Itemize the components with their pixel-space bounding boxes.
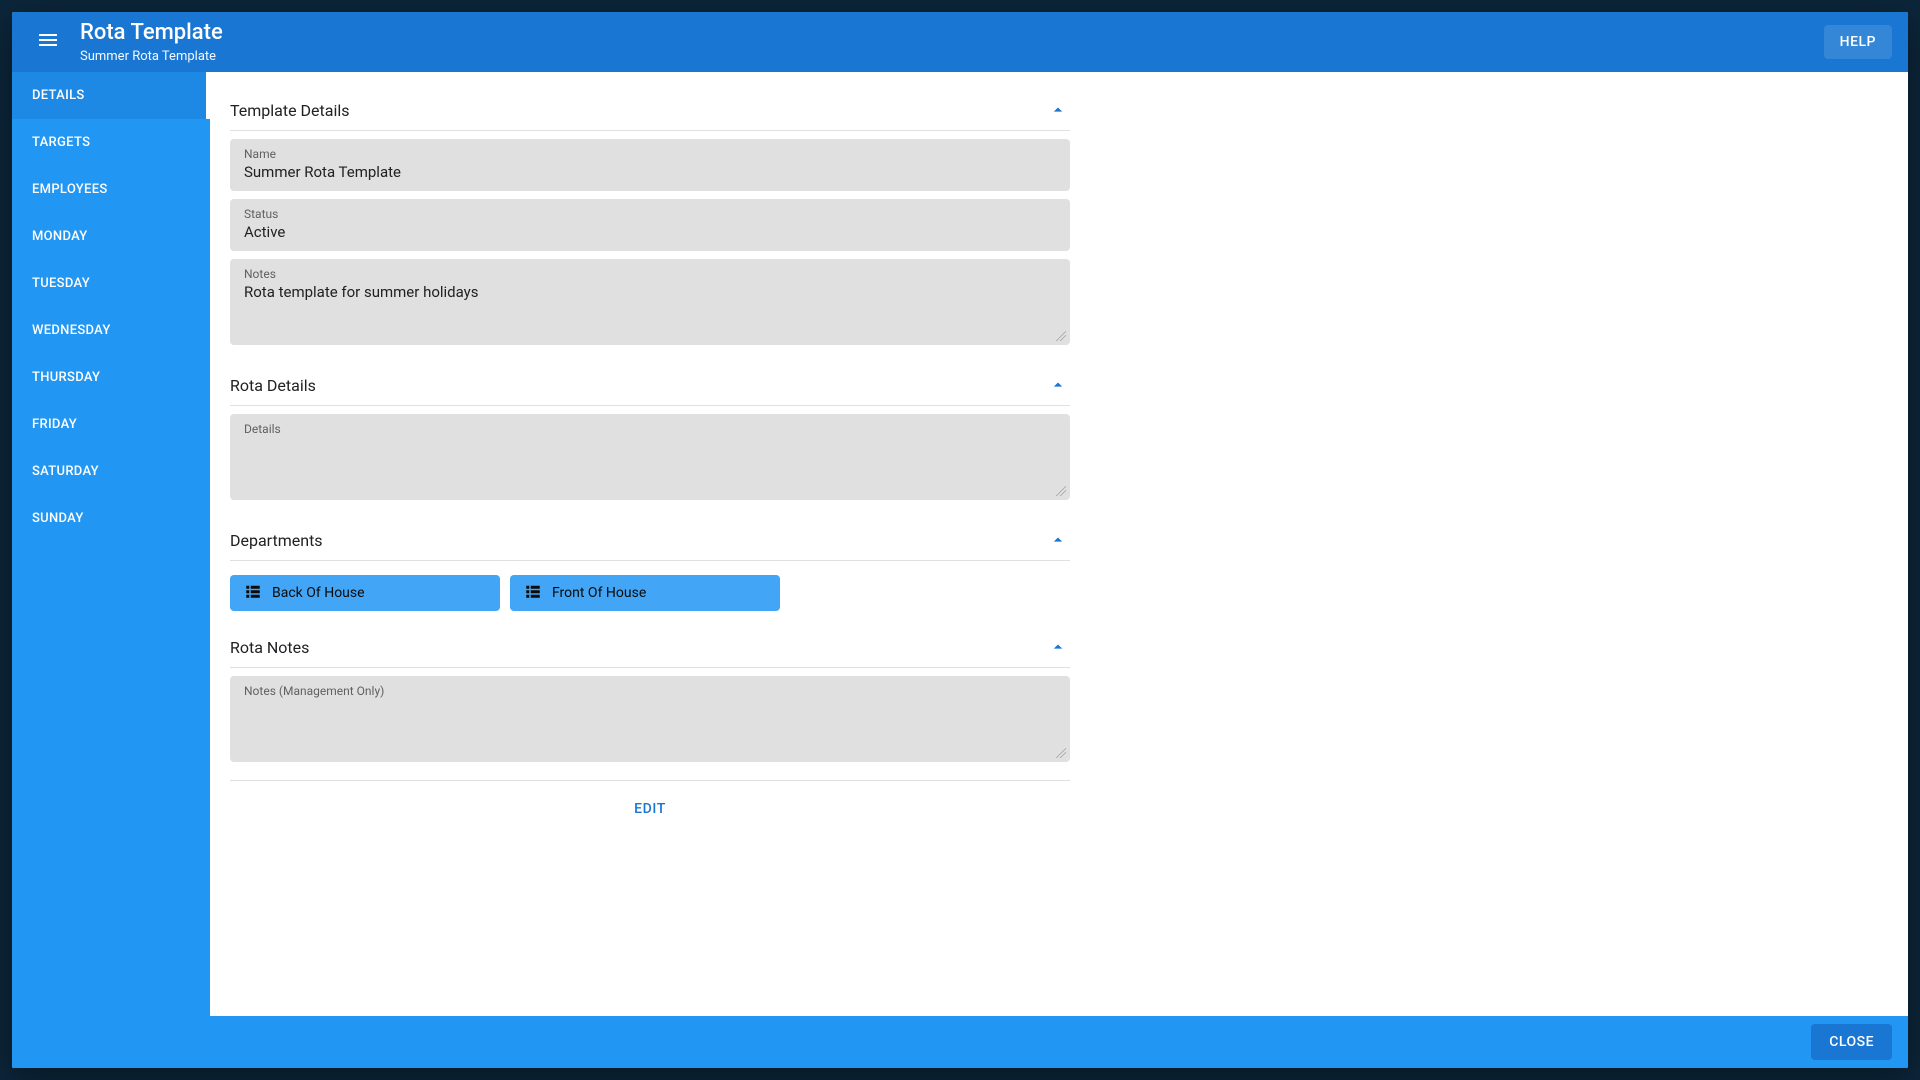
hamburger-icon (36, 28, 60, 56)
section-template-details: Template Details Name Summer Rota Templa… (230, 88, 1070, 357)
section-title: Rota Notes (230, 638, 309, 657)
department-chips: Back Of House Front Of House (230, 569, 1070, 615)
field-value: Rota template for summer holidays (244, 283, 1056, 323)
help-button[interactable]: HELP (1824, 25, 1892, 59)
sidebar-item-label: EMPLOYEES (32, 182, 108, 197)
section-body: Details (230, 406, 1070, 512)
chip-label: Back Of House (272, 585, 365, 601)
section-title: Rota Details (230, 376, 316, 395)
list-icon (524, 582, 542, 604)
sidebar-item-wednesday[interactable]: WEDNESDAY (12, 307, 210, 354)
menu-button[interactable] (28, 22, 68, 62)
sidebar-item-label: TUESDAY (32, 276, 90, 291)
field-label: Name (244, 147, 1056, 161)
section-header-departments[interactable]: Departments (230, 518, 1070, 561)
sidebar-item-targets[interactable]: TARGETS (12, 119, 210, 166)
field-value (244, 700, 1056, 740)
section-departments: Departments Back Of House (230, 518, 1070, 619)
chevron-up-icon (1046, 635, 1070, 659)
sidebar-item-label: MONDAY (32, 229, 88, 244)
section-header-template-details[interactable]: Template Details (230, 88, 1070, 131)
sidebar-item-label: FRIDAY (32, 417, 77, 432)
section-title: Departments (230, 531, 323, 550)
sidebar-item-label: DETAILS (32, 88, 85, 103)
content-inner: Template Details Name Summer Rota Templa… (230, 88, 1070, 837)
field-notes[interactable]: Notes Rota template for summer holidays (230, 259, 1070, 345)
sidebar-item-sunday[interactable]: SUNDAY (12, 495, 210, 542)
section-body: Notes (Management Only) (230, 668, 1070, 774)
sidebar-item-saturday[interactable]: SATURDAY (12, 448, 210, 495)
edit-button[interactable]: EDIT (622, 795, 678, 823)
sidebar-item-label: THURSDAY (32, 370, 100, 385)
dialog-body: DETAILS TARGETS EMPLOYEES MONDAY TUESDAY… (12, 72, 1908, 1016)
section-body: Back Of House Front Of House (230, 561, 1070, 619)
field-value (244, 438, 1056, 478)
sidebar-item-tuesday[interactable]: TUESDAY (12, 260, 210, 307)
sidebar-item-monday[interactable]: MONDAY (12, 213, 210, 260)
chevron-up-icon (1046, 373, 1070, 397)
close-button[interactable]: CLOSE (1811, 1024, 1892, 1060)
field-status[interactable]: Status Active (230, 199, 1070, 251)
dialog-title: Rota Template (80, 20, 1824, 46)
section-rota-details: Rota Details Details (230, 363, 1070, 512)
chip-label: Front Of House (552, 585, 646, 601)
field-label: Notes (244, 267, 1056, 281)
sidebar-item-details[interactable]: DETAILS (12, 72, 210, 119)
field-notes-management[interactable]: Notes (Management Only) (230, 676, 1070, 762)
sidebar-item-label: SUNDAY (32, 511, 84, 526)
sidebar-item-label: TARGETS (32, 135, 90, 150)
header-titles: Rota Template Summer Rota Template (80, 20, 1824, 63)
sidebar-item-friday[interactable]: FRIDAY (12, 401, 210, 448)
chip-front-of-house[interactable]: Front Of House (510, 575, 780, 611)
field-details[interactable]: Details (230, 414, 1070, 500)
chip-back-of-house[interactable]: Back Of House (230, 575, 500, 611)
sidebar: DETAILS TARGETS EMPLOYEES MONDAY TUESDAY… (12, 72, 210, 1016)
sidebar-item-employees[interactable]: EMPLOYEES (12, 166, 210, 213)
section-body: Name Summer Rota Template Status Active … (230, 131, 1070, 357)
chevron-up-icon (1046, 528, 1070, 552)
sidebar-item-thursday[interactable]: THURSDAY (12, 354, 210, 401)
actions-row: EDIT (230, 780, 1070, 837)
field-label: Status (244, 207, 1056, 221)
dialog-header: Rota Template Summer Rota Template HELP (12, 12, 1908, 72)
content-pane: Template Details Name Summer Rota Templa… (210, 72, 1908, 1016)
chevron-up-icon (1046, 98, 1070, 122)
field-name[interactable]: Name Summer Rota Template (230, 139, 1070, 191)
sidebar-item-label: WEDNESDAY (32, 323, 111, 338)
field-label: Notes (Management Only) (244, 684, 1056, 698)
section-rota-notes: Rota Notes Notes (Management Only) (230, 625, 1070, 774)
field-value: Active (244, 223, 1056, 241)
sidebar-item-label: SATURDAY (32, 464, 99, 479)
dialog-footer: CLOSE (12, 1016, 1908, 1068)
field-label: Details (244, 422, 1056, 436)
section-title: Template Details (230, 101, 350, 120)
field-value: Summer Rota Template (244, 163, 1056, 181)
list-icon (244, 582, 262, 604)
section-header-rota-details[interactable]: Rota Details (230, 363, 1070, 406)
rota-template-dialog: Rota Template Summer Rota Template HELP … (12, 12, 1908, 1068)
dialog-subtitle: Summer Rota Template (80, 49, 1824, 64)
section-header-rota-notes[interactable]: Rota Notes (230, 625, 1070, 668)
